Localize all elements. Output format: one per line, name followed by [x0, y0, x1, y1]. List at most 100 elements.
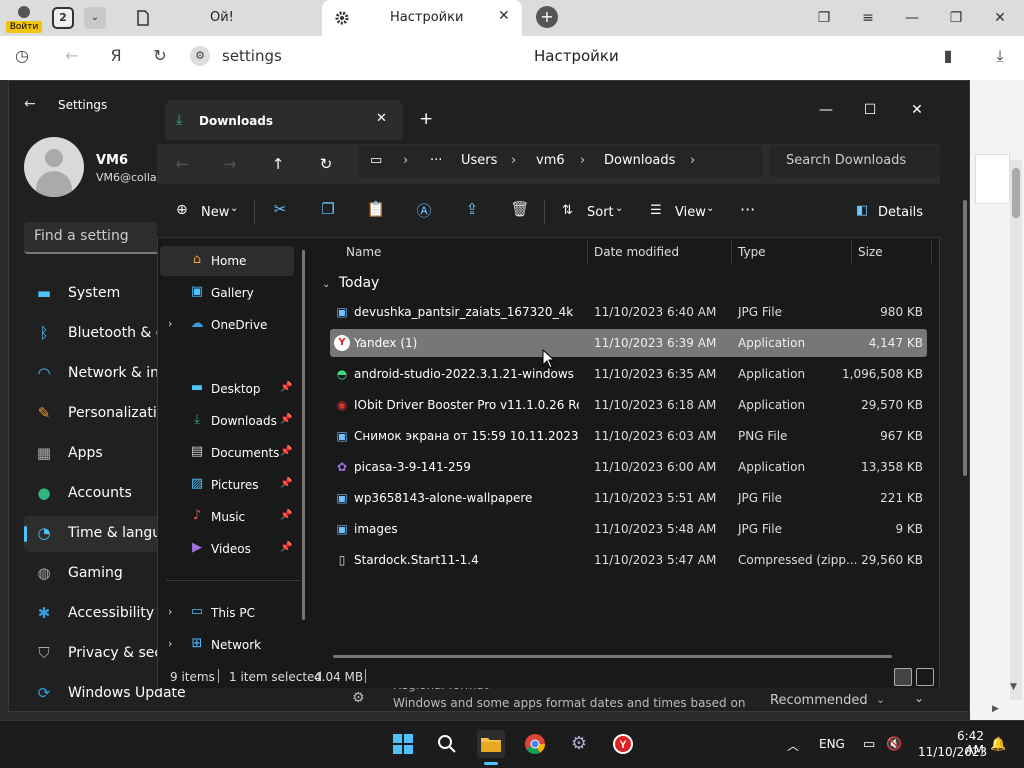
page-scrollbar-thumb[interactable]: [1012, 168, 1020, 218]
browser-tab-settings[interactable]: Настройки ✕: [322, 0, 522, 36]
column-divider[interactable]: [587, 240, 588, 264]
column-divider[interactable]: [931, 240, 932, 264]
close-tab-icon[interactable]: ✕: [498, 8, 510, 24]
chrome-icon[interactable]: [521, 730, 549, 758]
share-icon[interactable]: ⇪: [460, 200, 484, 224]
column-divider[interactable]: [851, 240, 852, 264]
sidebar-item-this-pc[interactable]: › ▭ This PC: [160, 598, 294, 628]
clock-date[interactable]: 11/10/2023: [918, 745, 987, 759]
close-window-icon[interactable]: ✕: [903, 102, 931, 122]
settings-scrollbar[interactable]: [963, 200, 967, 476]
yandex-browser-icon[interactable]: Y: [609, 730, 637, 758]
breadcrumb-downloads[interactable]: Downloads: [604, 153, 675, 168]
history-icon[interactable]: ◷: [10, 44, 34, 68]
sidebar-item-downloads[interactable]: ⤓ Downloads 📌: [160, 406, 294, 436]
volume-mute-icon[interactable]: 🔇: [886, 737, 902, 752]
nav-item-windows-update[interactable]: ⟳ Windows Update: [24, 676, 186, 712]
settings-gear-icon[interactable]: ⚙: [565, 730, 593, 758]
column-divider[interactable]: [731, 240, 732, 264]
more-options-icon[interactable]: ···: [740, 200, 764, 224]
content-horizontal-scrollbar[interactable]: [333, 655, 892, 658]
file-row[interactable]: ▣ Снимок экрана от 15:59 10.11.2023 11/1…: [330, 422, 927, 450]
minimize-icon[interactable]: —: [902, 8, 922, 28]
file-row[interactable]: ▣ devushka_pantsir_zaiats_167320_4k 11/1…: [330, 298, 927, 326]
computer-icon[interactable]: ▭: [370, 153, 382, 168]
rename-icon[interactable]: Ⓐ: [412, 200, 436, 224]
menu-icon[interactable]: ≡: [858, 8, 878, 28]
page-scrollbar[interactable]: [1010, 160, 1022, 700]
site-info-icon[interactable]: ⚙: [190, 46, 210, 66]
bookmark-icon[interactable]: ▮: [936, 44, 960, 68]
maximize-icon[interactable]: ☐: [856, 102, 884, 122]
nav-item-apps[interactable]: ▦ Apps: [24, 436, 164, 472]
file-row[interactable]: ◓ android-studio-2022.3.1.21-windows 11/…: [330, 360, 927, 388]
sidebar-item-gallery[interactable]: ▣ Gallery: [160, 278, 294, 308]
chevron-right-icon[interactable]: ›: [168, 317, 172, 330]
input-language[interactable]: ENG: [819, 737, 845, 751]
regional-format-dropdown[interactable]: Recommended: [770, 693, 868, 708]
url-text[interactable]: settings: [222, 47, 282, 65]
tabs-dropdown-chevron-icon[interactable]: ⌄: [84, 7, 106, 29]
back-icon[interactable]: ←: [60, 44, 84, 68]
sidebar-item-videos[interactable]: ▶ Videos 📌: [160, 534, 294, 564]
new-tab-button[interactable]: +: [419, 109, 433, 129]
start-windows-icon[interactable]: [389, 730, 417, 758]
file-explorer-icon[interactable]: [477, 730, 505, 758]
notification-bell-icon[interactable]: 🔔: [990, 737, 1006, 752]
scroll-down-icon[interactable]: ▼: [1010, 682, 1022, 694]
sidebar-scrollbar[interactable]: [302, 250, 305, 620]
nav-item-system[interactable]: ▬ System: [24, 276, 164, 312]
show-hidden-icons-chevron[interactable]: ︿: [787, 737, 799, 754]
sidebar-item-music[interactable]: ♪ Music 📌: [160, 502, 294, 532]
back-arrow-icon[interactable]: ←: [24, 96, 36, 112]
column-header-type[interactable]: Type: [738, 245, 766, 259]
sidebar-item-onedrive[interactable]: › ☁ OneDrive: [160, 310, 294, 340]
tiles-view-icon[interactable]: [916, 668, 934, 686]
sidebar-item-documents[interactable]: ▤ Documents 📌: [160, 438, 294, 468]
close-window-icon[interactable]: ✕: [990, 8, 1010, 28]
nav-item-time-language[interactable]: ◔ Time & langua: [24, 516, 170, 552]
restore-icon[interactable]: ❐: [946, 8, 966, 28]
sort-button[interactable]: ⇅ Sort ⌄: [562, 200, 628, 224]
paste-icon[interactable]: 📋: [364, 200, 388, 224]
file-row[interactable]: ✿ picasa-3-9-141-259 11/10/2023 6:00 AM …: [330, 453, 927, 481]
chevron-right-icon[interactable]: ›: [168, 637, 172, 650]
search-icon[interactable]: [433, 730, 461, 758]
sidebar-item-desktop[interactable]: ▬ Desktop 📌: [160, 374, 294, 404]
nav-item-privacy[interactable]: ⛉ Privacy & secu: [24, 636, 171, 672]
download-icon[interactable]: ⤓: [988, 44, 1012, 68]
browser-tab-oi[interactable]: Ой!: [118, 0, 318, 36]
breadcrumb-users[interactable]: Users: [461, 153, 497, 168]
search-input[interactable]: Search Downloads: [770, 145, 940, 177]
nav-item-accessibility[interactable]: ✱ Accessibility: [24, 596, 164, 632]
find-setting-input[interactable]: Find a setting: [24, 222, 164, 254]
nav-item-gaming[interactable]: ◍ Gaming: [24, 556, 164, 592]
nav-item-bluetooth[interactable]: ᛒ Bluetooth & d: [24, 316, 164, 352]
new-button[interactable]: ⊕ New ⌄: [176, 200, 240, 224]
new-tab-button[interactable]: +: [536, 6, 558, 28]
copy-icon[interactable]: ❐: [316, 200, 340, 224]
column-header-size[interactable]: Size: [858, 245, 883, 259]
back-icon[interactable]: ←: [168, 150, 196, 178]
nav-item-network[interactable]: ◠ Network & int: [24, 356, 164, 392]
reload-icon[interactable]: ↻: [148, 44, 172, 68]
minimize-icon[interactable]: —: [812, 102, 840, 122]
column-header-name[interactable]: Name: [346, 245, 381, 259]
refresh-icon[interactable]: ↻: [312, 150, 340, 178]
sidebar-item-pictures[interactable]: ▨ Pictures 📌: [160, 470, 294, 500]
chevron-right-icon[interactable]: ›: [690, 153, 695, 168]
chevron-right-icon[interactable]: ›: [168, 605, 172, 618]
file-row[interactable]: ◉ IObit Driver Booster Pro v11.1.0.26 Re…: [330, 391, 927, 419]
sidebar-item-network[interactable]: › ⊞ Network: [160, 630, 294, 660]
details-view-icon[interactable]: [894, 668, 912, 686]
bookmarks-panel-icon[interactable]: ❐: [814, 8, 834, 28]
more-path-icon[interactable]: ···: [430, 153, 442, 168]
delete-icon[interactable]: 🗑: [508, 200, 532, 224]
forward-icon[interactable]: →: [216, 150, 244, 178]
chevron-down-icon[interactable]: ⌄: [876, 693, 885, 706]
details-button[interactable]: ◧ Details: [856, 200, 926, 224]
file-row[interactable]: ▯ Stardock.Start11-1.4 11/10/2023 5:47 A…: [330, 546, 927, 574]
view-button[interactable]: ☰ View ⌄: [650, 200, 720, 224]
file-row[interactable]: ▣ wp3658143-alone-wallpapere 11/10/2023 …: [330, 484, 927, 512]
yandex-logo-icon[interactable]: Я: [104, 44, 128, 68]
